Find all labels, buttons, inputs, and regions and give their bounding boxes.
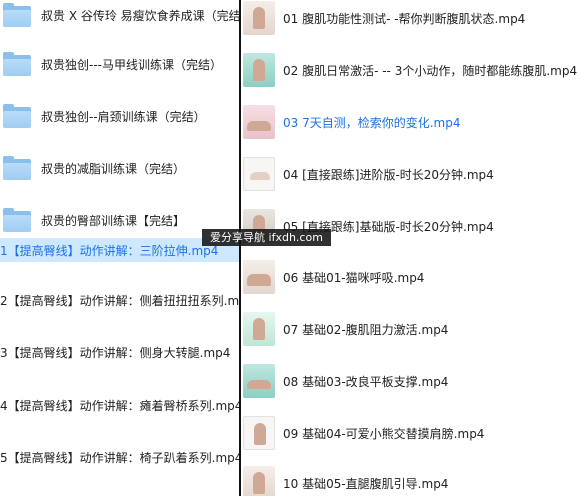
video-thumbnail-icon (243, 260, 275, 294)
video-thumbnail-icon (243, 157, 275, 191)
folder-item[interactable]: 叔贵的减脂训练课（完结） (0, 153, 185, 183)
video-file-label: 10 基础05-直腿腹肌引导.mp4 (283, 476, 449, 491)
folder-item[interactable]: 叔贵独创--肩颈训练课（完结） (0, 101, 206, 131)
video-file-label: 2【提高臀线】动作讲解：侧着扭扭扭系列.mp4 (0, 293, 239, 308)
video-file-item[interactable]: 1【提高臀线】动作讲解：三阶拉伸.mp4 (0, 239, 218, 261)
video-file-label: 5【提高臀线】动作讲解：椅子趴着系列.mp4 (0, 450, 239, 465)
video-thumbnail-icon (243, 364, 275, 398)
video-file-item[interactable]: 09 基础04-可爱小熊交替摸肩膀.mp4 (241, 416, 484, 450)
watermark-label: 爱分享导航 ifxdh.com (202, 229, 331, 246)
video-file-item[interactable]: 06 基础01-猫咪呼吸.mp4 (241, 260, 424, 294)
video-file-label: 04 [直接跟练]进阶版-时长20分钟.mp4 (283, 167, 494, 182)
video-thumbnail-icon (243, 312, 275, 346)
video-file-item[interactable]: 01 腹肌功能性测试- -帮你判断腹肌状态.mp4 (241, 1, 525, 35)
folder-icon (3, 51, 33, 77)
video-file-item[interactable]: 4【提高臀线】动作讲解：瘫着臀桥系列.mp4 (0, 394, 239, 416)
video-file-item[interactable]: 10 基础05-直腿腹肌引导.mp4 (241, 466, 448, 496)
video-file-item[interactable]: 2【提高臀线】动作讲解：侧着扭扭扭系列.mp4 (0, 289, 239, 311)
video-file-label: 08 基础03-改良平板支撑.mp4 (283, 374, 449, 389)
video-file-label: 09 基础04-可爱小熊交替摸肩膀.mp4 (283, 426, 485, 441)
video-file-item[interactable]: 3【提高臀线】动作讲解：侧身大转腿.mp4 (0, 341, 230, 363)
left-file-pane: 叔贵 X 谷传玲 易瘦饮食养成课（完结 叔贵独创---马甲线训练课（完结） 叔贵… (0, 0, 239, 496)
folder-icon (3, 103, 33, 129)
folder-icon (3, 207, 33, 233)
folder-icon (3, 2, 33, 28)
folder-label: 叔贵 X 谷传玲 易瘦饮食养成课（完结 (41, 8, 239, 23)
folder-label: 叔贵独创---马甲线训练课（完结） (41, 57, 222, 72)
video-thumbnail-icon (243, 466, 275, 496)
folder-icon (3, 155, 33, 181)
video-file-item[interactable]: 08 基础03-改良平板支撑.mp4 (241, 364, 448, 398)
video-thumbnail-icon (243, 416, 275, 450)
video-file-label: 07 基础02-腹肌阻力激活.mp4 (283, 322, 449, 337)
video-file-label: 06 基础01-猫咪呼吸.mp4 (283, 270, 425, 285)
video-thumbnail-icon (243, 1, 275, 35)
folder-item[interactable]: 叔贵的臀部训练课【完结】 (0, 205, 185, 235)
video-file-label: 01 腹肌功能性测试- -帮你判断腹肌状态.mp4 (283, 11, 526, 26)
video-file-item[interactable]: 5【提高臀线】动作讲解：椅子趴着系列.mp4 (0, 446, 239, 468)
folder-item[interactable]: 叔贵 X 谷传玲 易瘦饮食养成课（完结 (0, 0, 239, 30)
folder-item[interactable]: 叔贵独创---马甲线训练课（完结） (0, 49, 222, 79)
right-file-pane: 01 腹肌功能性测试- -帮你判断腹肌状态.mp4 02 腹肌日常激活- -- … (241, 0, 580, 496)
video-file-label: 03 7天自测，检索你的变化.mp4 (283, 115, 461, 130)
video-file-label: 3【提高臀线】动作讲解：侧身大转腿.mp4 (0, 345, 231, 360)
video-file-item[interactable]: 04 [直接跟练]进阶版-时长20分钟.mp4 (241, 157, 494, 191)
video-file-label: 02 腹肌日常激活- -- 3个小动作，随时都能练腹肌.mp4 (283, 63, 578, 78)
folder-label: 叔贵独创--肩颈训练课（完结） (41, 109, 206, 124)
video-file-item[interactable]: 07 基础02-腹肌阻力激活.mp4 (241, 312, 448, 346)
video-thumbnail-icon (243, 105, 275, 139)
video-thumbnail-icon (243, 53, 275, 87)
folder-label: 叔贵的减脂训练课（完结） (41, 161, 186, 176)
video-file-item[interactable]: 03 7天自测，检索你的变化.mp4 (241, 105, 460, 139)
folder-label: 叔贵的臀部训练课【完结】 (41, 213, 186, 228)
video-file-item[interactable]: 02 腹肌日常激活- -- 3个小动作，随时都能练腹肌.mp4 (241, 53, 577, 87)
video-file-label: 4【提高臀线】动作讲解：瘫着臀桥系列.mp4 (0, 398, 239, 413)
video-file-label: 1【提高臀线】动作讲解：三阶拉伸.mp4 (0, 243, 219, 258)
